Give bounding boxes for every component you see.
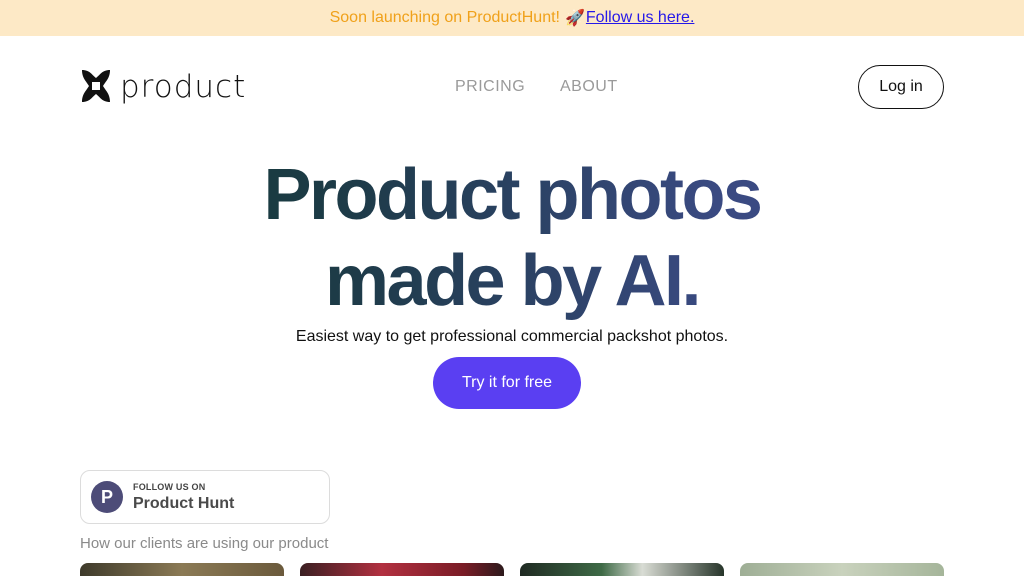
client-photo-2[interactable] xyxy=(300,563,504,576)
client-photo-1[interactable] xyxy=(80,563,284,576)
logo[interactable]: product xyxy=(80,68,247,105)
login-button[interactable]: Log in xyxy=(858,65,944,109)
product-hunt-badge[interactable]: P FOLLOW US ON Product Hunt xyxy=(80,470,330,524)
hero-headline: Product photos made by AI. xyxy=(0,152,1024,324)
product-hunt-name: Product Hunt xyxy=(133,494,235,512)
product-hunt-caption: FOLLOW US ON xyxy=(133,481,206,492)
nav-pricing[interactable]: PRICING xyxy=(455,78,525,96)
rocket-icon: 🚀 xyxy=(564,10,585,27)
clients-section-label: How our clients are using our product xyxy=(80,535,329,552)
product-hunt-icon: P xyxy=(91,481,123,513)
headline-line-1: Product photos xyxy=(0,152,1024,238)
product-hunt-text: FOLLOW US ON Product Hunt xyxy=(133,482,234,513)
nav-about[interactable]: ABOUT xyxy=(560,78,618,96)
follow-link[interactable]: Follow us here. xyxy=(586,9,695,27)
client-photo-4[interactable] xyxy=(740,563,944,576)
logo-wordmark: product xyxy=(120,69,247,105)
headline-line-2: made by AI. xyxy=(0,238,1024,324)
client-photo-3[interactable] xyxy=(520,563,724,576)
try-free-button[interactable]: Try it for free xyxy=(433,357,581,409)
hero-subtitle: Easiest way to get professional commerci… xyxy=(295,328,729,345)
flower-logo-icon xyxy=(82,70,110,102)
banner-text: Soon launching on ProductHunt! xyxy=(329,9,560,26)
announcement-banner: Soon launching on ProductHunt! 🚀 Follow … xyxy=(0,0,1024,36)
